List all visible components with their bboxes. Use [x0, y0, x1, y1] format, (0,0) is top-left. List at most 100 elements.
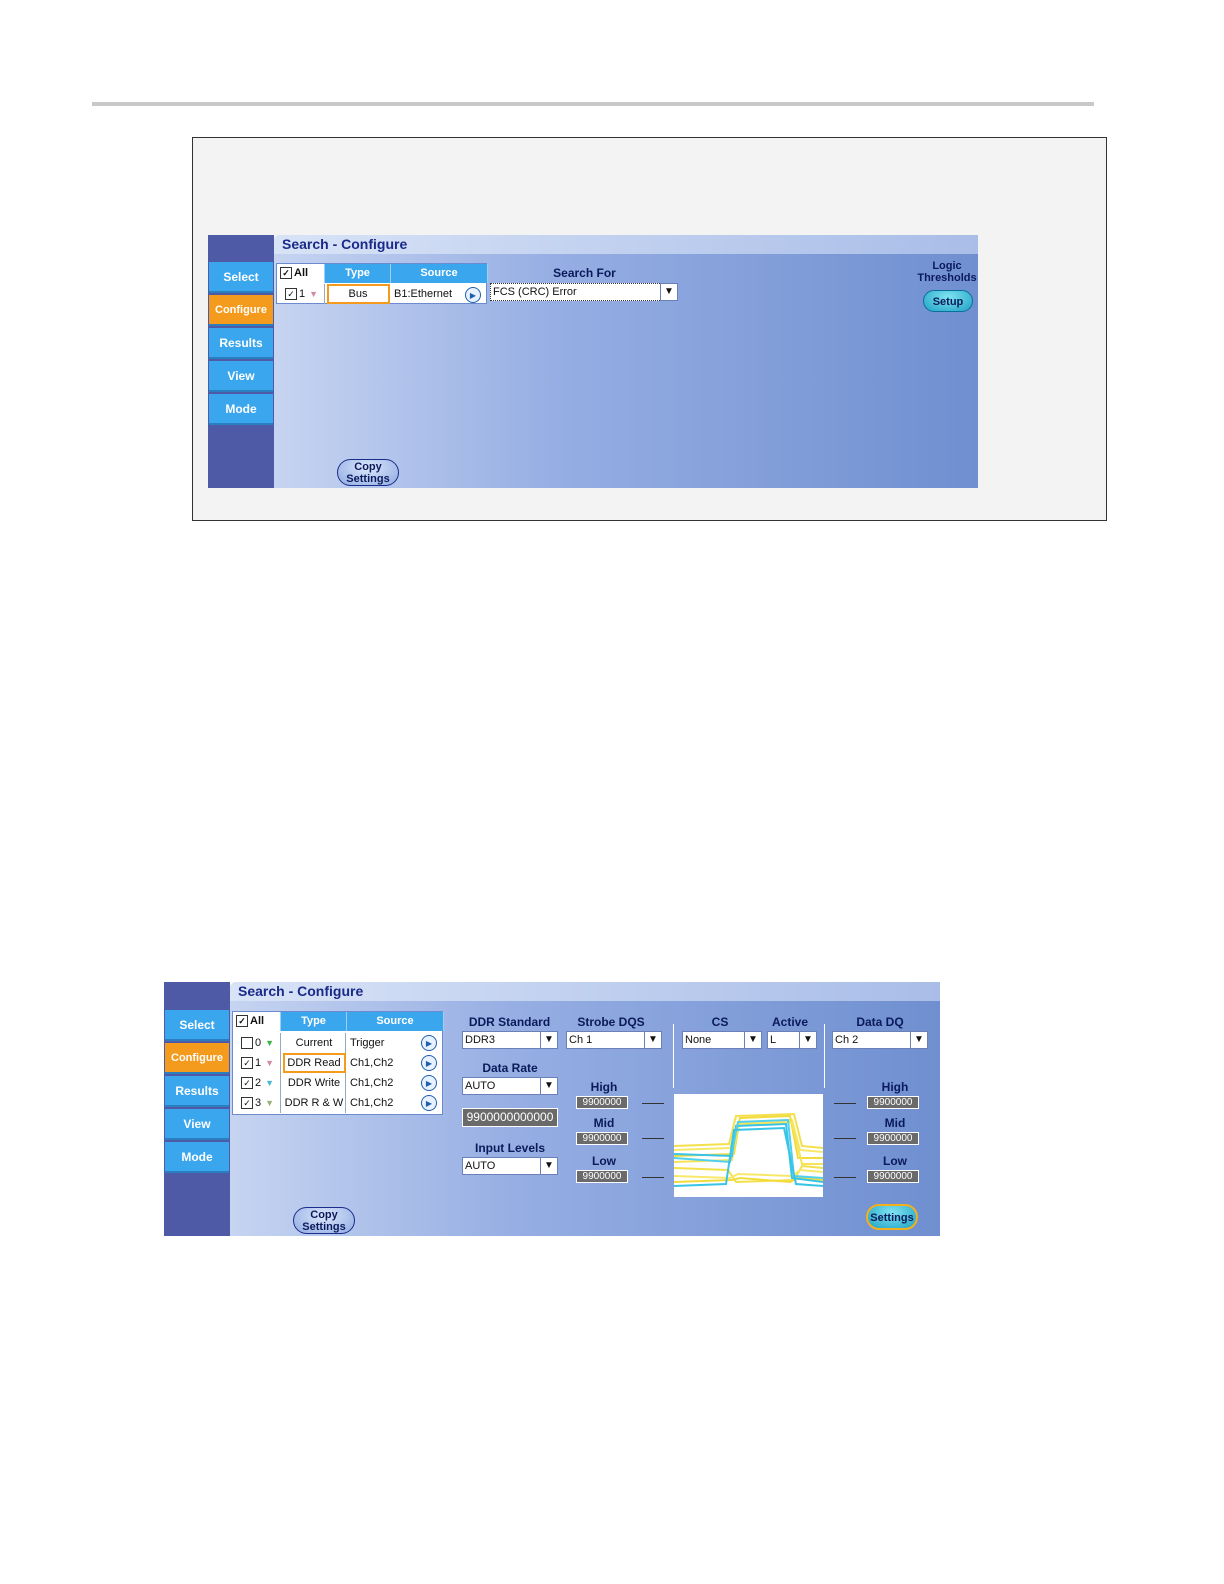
all-checkbox[interactable]: ✓	[280, 267, 292, 280]
side-tab-bar: Select Configure Results View Mode	[164, 982, 230, 1236]
chevron-down-icon[interactable]: ▼	[660, 283, 678, 301]
table-row-number[interactable]: ✓ 1 ▼	[277, 284, 325, 304]
chevron-down-icon[interactable]: ▼	[799, 1031, 817, 1049]
logic-thresholds-label: Logic Thresholds	[917, 260, 977, 284]
input-levels-dropdown[interactable]: AUTO ▼	[462, 1157, 558, 1175]
main-area: Search - Configure ✓ All Type Source 0 ▼ C…	[230, 982, 940, 1236]
table-row-type[interactable]: Current	[283, 1033, 346, 1053]
data-high-value[interactable]: 9900000	[867, 1096, 919, 1109]
tab-configure[interactable]: Configure	[165, 1043, 229, 1074]
table-row-number[interactable]: ✓ 3 ▼	[233, 1093, 281, 1113]
page-title: Search - Configure	[230, 982, 940, 1001]
divider	[673, 1024, 674, 1088]
table-row-type[interactable]: DDR R & W	[283, 1093, 346, 1113]
strobe-high-value[interactable]: 9900000	[576, 1096, 628, 1109]
header-all[interactable]: ✓ All	[233, 1012, 281, 1031]
all-checkbox[interactable]: ✓	[236, 1015, 248, 1028]
level-marker	[834, 1138, 856, 1139]
strobe-low-value[interactable]: 9900000	[576, 1170, 628, 1183]
triangle-marker-icon: ▼	[265, 1058, 275, 1068]
tab-mode[interactable]: Mode	[209, 394, 273, 425]
table-row-type[interactable]: Bus	[327, 284, 390, 304]
data-rate-value[interactable]: 9900000000000	[462, 1108, 558, 1127]
table-row-number[interactable]: ✓ 1 ▼	[233, 1053, 281, 1073]
search-configure-panel-ddr: Select Configure Results View Mode Searc…	[164, 982, 940, 1236]
page-title: Search - Configure	[274, 235, 978, 254]
data-low-label: Low	[883, 1154, 907, 1168]
strobe-low-label: Low	[592, 1154, 616, 1168]
data-mid-label: Mid	[884, 1116, 906, 1130]
strobe-mid-label: Mid	[593, 1116, 615, 1130]
search-configure-panel-ethernet: Select Configure Results View Mode Searc…	[208, 235, 978, 488]
waveform-eye-diagram	[674, 1094, 823, 1197]
level-marker	[834, 1177, 856, 1178]
level-marker	[642, 1177, 664, 1178]
copy-settings-button[interactable]: Copy Settings	[337, 459, 399, 486]
table-row-type[interactable]: DDR Read	[283, 1053, 346, 1073]
header-all[interactable]: ✓ All	[277, 264, 325, 283]
data-dq-label: Data DQ	[856, 1015, 904, 1029]
play-arrow-icon[interactable]: ▶	[465, 287, 481, 303]
chevron-down-icon[interactable]: ▼	[540, 1157, 558, 1175]
play-arrow-icon[interactable]: ▶	[421, 1055, 437, 1071]
play-arrow-icon[interactable]: ▶	[421, 1095, 437, 1111]
chevron-down-icon[interactable]: ▼	[540, 1077, 558, 1095]
triangle-marker-icon: ▼	[265, 1078, 275, 1088]
tab-select[interactable]: Select	[165, 1010, 229, 1041]
level-marker	[834, 1103, 856, 1104]
search-for-label: Search For	[553, 266, 616, 280]
chevron-down-icon[interactable]: ▼	[644, 1031, 662, 1049]
input-levels-label: Input Levels	[474, 1141, 545, 1155]
data-dq-dropdown[interactable]: Ch 2 ▼	[832, 1031, 928, 1049]
settings-button[interactable]: Settings	[866, 1204, 918, 1230]
row-checkbox[interactable]: ✓	[285, 288, 297, 301]
header-source: Source	[391, 264, 488, 283]
strobe-dqs-label: Strobe DQS	[577, 1015, 645, 1029]
table-row-number[interactable]: 0 ▼	[233, 1033, 281, 1053]
chevron-down-icon[interactable]: ▼	[744, 1031, 762, 1049]
search-for-dropdown[interactable]: FCS (CRC) Error ▼	[490, 283, 678, 301]
divider	[824, 1024, 825, 1088]
level-marker	[642, 1103, 664, 1104]
tab-configure[interactable]: Configure	[209, 295, 273, 326]
strobe-mid-value[interactable]: 9900000	[576, 1132, 628, 1145]
side-tab-bar: Select Configure Results View Mode	[208, 235, 274, 488]
header-type: Type	[281, 1012, 347, 1031]
tab-results[interactable]: Results	[165, 1076, 229, 1107]
tab-mode[interactable]: Mode	[165, 1142, 229, 1173]
chevron-down-icon[interactable]: ▼	[540, 1031, 558, 1049]
table-row-type[interactable]: DDR Write	[283, 1073, 346, 1093]
ddr-standard-label: DDR Standard	[468, 1015, 551, 1029]
play-arrow-icon[interactable]: ▶	[421, 1035, 437, 1051]
setup-button[interactable]: Setup	[923, 290, 973, 312]
tab-results[interactable]: Results	[209, 328, 273, 359]
row-checkbox[interactable]: ✓	[241, 1057, 253, 1070]
active-dropdown[interactable]: L ▼	[767, 1031, 817, 1049]
level-marker	[642, 1138, 664, 1139]
copy-settings-button[interactable]: Copy Settings	[293, 1207, 355, 1234]
cs-label: CS	[711, 1015, 729, 1029]
triangle-marker-icon: ▼	[265, 1038, 275, 1048]
cs-dropdown[interactable]: None ▼	[682, 1031, 762, 1049]
header-type: Type	[325, 264, 391, 283]
data-rate-label: Data Rate	[482, 1061, 538, 1075]
header-rule	[92, 102, 1094, 106]
data-low-value[interactable]: 9900000	[867, 1170, 919, 1183]
row-checkbox[interactable]: ✓	[241, 1077, 253, 1090]
ddr-standard-dropdown[interactable]: DDR3 ▼	[462, 1031, 558, 1049]
triangle-marker-icon: ▼	[309, 289, 319, 299]
chevron-down-icon[interactable]: ▼	[910, 1031, 928, 1049]
tab-view[interactable]: View	[209, 361, 273, 392]
data-mid-value[interactable]: 9900000	[867, 1132, 919, 1145]
header-source: Source	[347, 1012, 444, 1031]
strobe-dqs-dropdown[interactable]: Ch 1 ▼	[566, 1031, 662, 1049]
row-checkbox[interactable]	[241, 1037, 253, 1050]
data-high-label: High	[881, 1080, 909, 1094]
data-rate-dropdown[interactable]: AUTO ▼	[462, 1077, 558, 1095]
tab-view[interactable]: View	[165, 1109, 229, 1140]
row-checkbox[interactable]: ✓	[241, 1097, 253, 1110]
tab-select[interactable]: Select	[209, 262, 273, 293]
table-row-number[interactable]: ✓ 2 ▼	[233, 1073, 281, 1093]
play-arrow-icon[interactable]: ▶	[421, 1075, 437, 1091]
strobe-high-label: High	[590, 1080, 618, 1094]
